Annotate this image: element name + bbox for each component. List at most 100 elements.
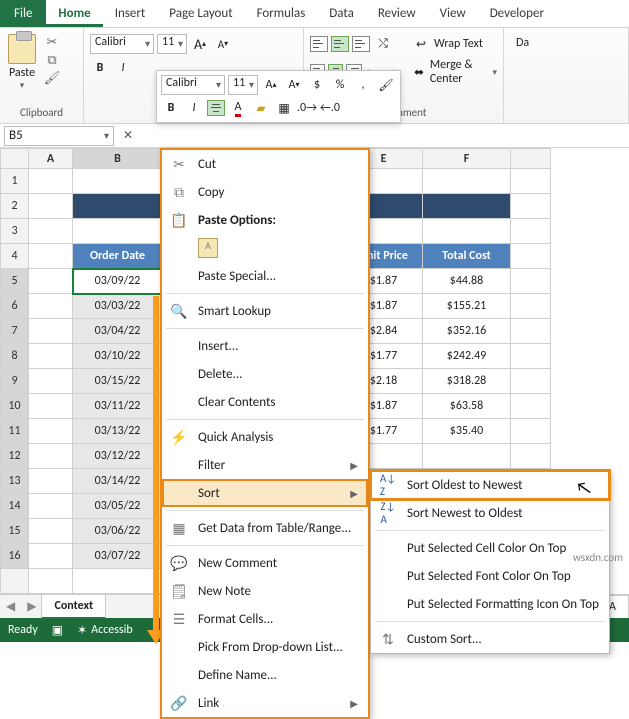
cm-new-note[interactable]: 🗒New Note — [162, 577, 368, 605]
status-macro-icon[interactable]: ▣ — [52, 623, 63, 638]
mini-decrease-decimal-icon[interactable]: ←.0 — [320, 98, 340, 118]
mini-font-color-icon[interactable]: A — [228, 98, 248, 118]
cm-paste-special[interactable]: Paste Special... — [162, 262, 368, 290]
mini-currency-button[interactable]: $ — [307, 75, 327, 95]
tab-insert[interactable]: Insert — [103, 0, 158, 27]
cut-icon[interactable]: ✂ — [44, 34, 60, 50]
cm-define-name[interactable]: Define Name... — [162, 661, 368, 689]
file-tab[interactable]: File — [0, 0, 46, 27]
cell-f8[interactable]: $242.49 — [423, 344, 511, 369]
name-box[interactable]: B5 — [4, 126, 114, 146]
cell-f9[interactable]: $318.28 — [423, 369, 511, 394]
cm-sort[interactable]: Sort▶ — [162, 479, 368, 507]
cm-pick-list[interactable]: Pick From Drop-down List... — [162, 633, 368, 661]
cell-b15[interactable]: 03/06/22 — [73, 519, 163, 544]
font-size-select[interactable]: 11 — [157, 34, 187, 54]
cell-b13[interactable]: 03/14/22 — [73, 469, 163, 494]
note-icon: 🗒 — [170, 583, 188, 600]
tab-view[interactable]: View — [428, 0, 478, 27]
paste-button[interactable]: Paste ▾ — [6, 30, 38, 95]
cm-cut[interactable]: ✂Cut — [162, 150, 368, 178]
cell-f7[interactable]: $352.16 — [423, 319, 511, 344]
select-all[interactable] — [1, 149, 29, 169]
cancel-fx-icon[interactable]: ✕ — [118, 128, 138, 143]
align-top-icon[interactable] — [310, 36, 328, 52]
merge-icon[interactable]: ⬌ — [411, 62, 427, 82]
sort-asc-icon: A↓Z — [379, 472, 397, 498]
tab-home[interactable]: Home — [46, 0, 102, 27]
mini-increase-font-icon[interactable]: A▴ — [261, 75, 281, 95]
mini-font-name[interactable]: Calibri — [161, 75, 225, 95]
sm-sort-newest[interactable]: Z↓A Sort Newest to Oldest — [371, 499, 609, 527]
sm-icon-top[interactable]: Put Selected Formatting Icon On Top — [371, 590, 609, 618]
cm-filter[interactable]: Filter▶ — [162, 451, 368, 479]
sheet-nav-next[interactable]: ▶ — [21, 599, 42, 614]
cm-get-data[interactable]: ▦Get Data from Table/Range... — [162, 514, 368, 542]
formula-bar-row: B5 ✕ — [0, 124, 629, 148]
sm-custom-sort[interactable]: ⇅Custom Sort... — [371, 625, 609, 653]
cell-b8[interactable]: 03/10/22 — [73, 344, 163, 369]
mini-fill-color-icon[interactable]: ▰ — [251, 98, 271, 118]
align-bottom-icon[interactable] — [352, 36, 370, 52]
cm-smart-lookup[interactable]: 🔍Smart Lookup — [162, 297, 368, 325]
cell-b16[interactable]: 03/07/22 — [73, 544, 163, 569]
cell-b10[interactable]: 03/11/22 — [73, 394, 163, 419]
cm-delete[interactable]: Delete... — [162, 360, 368, 388]
sm-sort-oldest[interactable]: A↓Z Sort Oldest to Newest — [371, 471, 609, 499]
cell-f11[interactable]: $35.40 — [423, 419, 511, 444]
cut-icon: ✂ — [170, 156, 188, 173]
cm-format-cells[interactable]: ☰Format Cells... — [162, 605, 368, 633]
cm-link[interactable]: 🔗Link▶ — [162, 689, 368, 717]
italic-button[interactable]: I — [113, 58, 133, 78]
mini-increase-decimal-icon[interactable]: .0→ — [297, 98, 317, 118]
cell-f6[interactable]: $155.21 — [423, 294, 511, 319]
cell-b11[interactable]: 03/13/22 — [73, 419, 163, 444]
cell-b6[interactable]: 03/03/22 — [73, 294, 163, 319]
format-painter-icon[interactable]: 🖌 — [44, 70, 60, 86]
tab-review[interactable]: Review — [366, 0, 428, 27]
bold-button[interactable]: B — [90, 58, 110, 78]
decrease-font-icon[interactable]: A▾ — [213, 34, 233, 54]
sheet-tab-context[interactable]: Context — [41, 594, 106, 619]
col-f[interactable]: F — [423, 149, 511, 169]
copy-icon[interactable]: ⧉ — [44, 52, 60, 68]
cell-f10[interactable]: $63.58 — [423, 394, 511, 419]
font-name-select[interactable]: Calibri — [90, 34, 154, 54]
mini-percent-button[interactable]: % — [330, 75, 350, 95]
tab-developer[interactable]: Developer — [478, 0, 556, 27]
cell-b14[interactable]: 03/05/22 — [73, 494, 163, 519]
align-middle-icon[interactable] — [331, 36, 349, 52]
cell-f5[interactable]: $44.88 — [423, 269, 511, 294]
mini-align-center-icon[interactable] — [207, 100, 225, 116]
cell-b7[interactable]: 03/04/22 — [73, 319, 163, 344]
cell-b12[interactable]: 03/12/22 — [73, 444, 163, 469]
tab-data[interactable]: Data — [317, 0, 366, 27]
increase-font-icon[interactable]: A▴ — [190, 34, 210, 54]
search-icon: 🔍 — [170, 303, 188, 320]
col-a[interactable]: A — [29, 149, 73, 169]
cell-b9[interactable]: 03/15/22 — [73, 369, 163, 394]
tab-formulas[interactable]: Formulas — [245, 0, 318, 27]
cm-new-comment[interactable]: 💬New Comment — [162, 549, 368, 577]
sm-font-color[interactable]: Put Selected Font Color On Top — [371, 562, 609, 590]
mini-format-painter-icon[interactable]: 🖌 — [376, 75, 396, 95]
row-1[interactable]: 1 — [1, 169, 29, 194]
mini-borders-icon[interactable]: ▦ — [274, 98, 294, 118]
cm-quick-analysis[interactable]: ⚡Quick Analysis — [162, 423, 368, 451]
wrap-text-button[interactable]: ↩ — [411, 34, 431, 54]
mini-bold[interactable]: B — [161, 98, 181, 118]
mini-italic[interactable]: I — [184, 98, 204, 118]
col-b[interactable]: B — [73, 149, 163, 169]
mini-decrease-font-icon[interactable]: A▾ — [284, 75, 304, 95]
status-accessibility[interactable]: ✶ Accessib — [77, 623, 133, 638]
orientation-icon[interactable]: ⤭ — [373, 34, 393, 54]
mini-font-size[interactable]: 11 — [228, 75, 258, 95]
cm-clear-contents[interactable]: Clear Contents — [162, 388, 368, 416]
cm-paste-values[interactable]: A — [162, 234, 368, 262]
tab-page-layout[interactable]: Page Layout — [157, 0, 244, 27]
mini-comma-button[interactable]: , — [353, 75, 373, 95]
cm-copy[interactable]: ⧉Copy — [162, 178, 368, 206]
cm-insert[interactable]: Insert... — [162, 332, 368, 360]
cell-b5[interactable]: 03/09/22 — [73, 269, 163, 294]
sheet-nav-prev[interactable]: ◀ — [0, 599, 21, 614]
